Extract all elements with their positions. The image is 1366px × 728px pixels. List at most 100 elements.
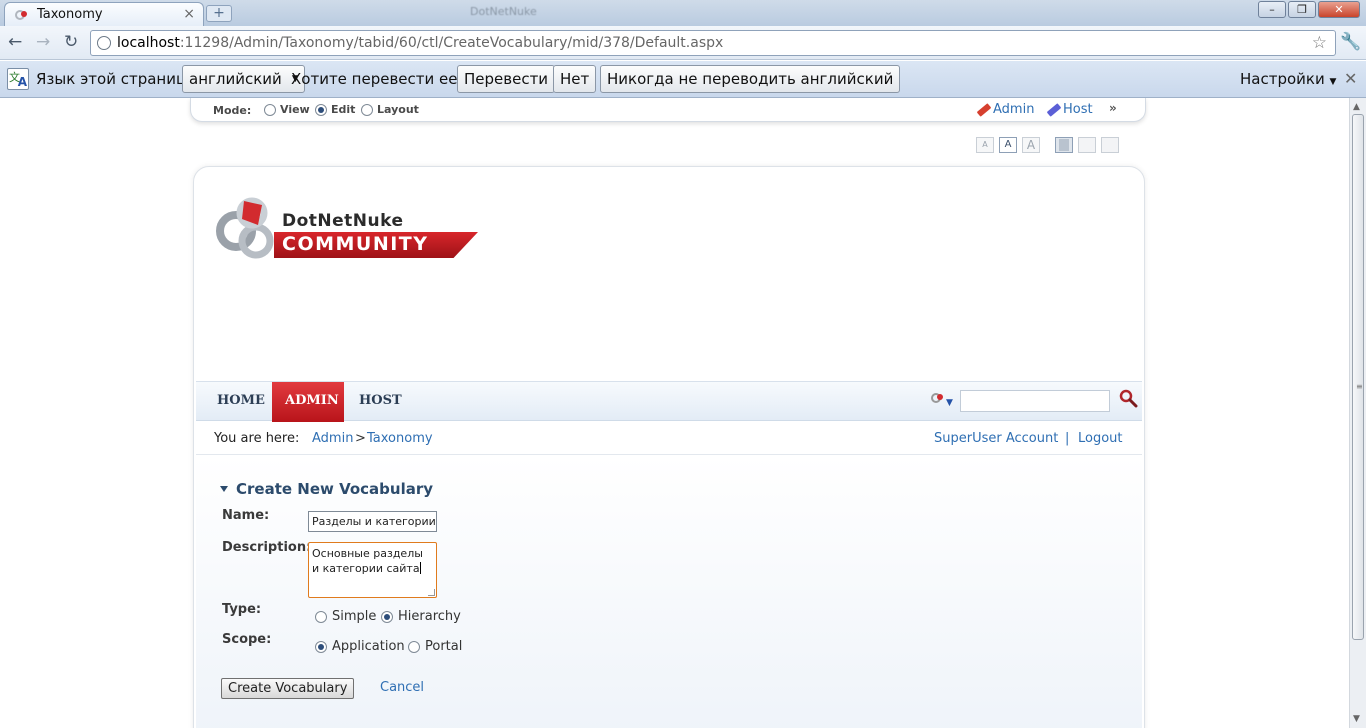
description-field[interactable]: Основные разделы и категории сайта [308,542,437,598]
menu-item-home[interactable]: HOME [204,382,278,422]
host-pencil-icon [1046,102,1062,117]
logo-dotnetnuke-text: DotNetNuke [282,211,404,231]
type-simple-radio[interactable]: Simple [315,609,376,624]
scope-portal-radio[interactable]: Portal [408,639,462,654]
browser-tab[interactable]: Taxonomy × [4,2,204,26]
cancel-link[interactable]: Cancel [380,680,424,695]
mode-edit-label: Edit [331,103,356,116]
width-medium-button[interactable] [1078,137,1096,153]
scope-portal-label: Portal [425,639,463,654]
text-caret [419,562,421,574]
page-info-icon[interactable] [97,36,111,50]
radio-hierarchy-icon [381,610,393,623]
admin-link[interactable]: Admin [976,102,1034,117]
browser-toolbar: ← → ↻ localhost:11298/Admin/Taxonomy/tab… [0,26,1366,60]
logo-community-text: COMMUNITY [282,233,429,255]
search-type-dnn-icon [931,393,943,403]
radio-simple-icon [315,610,327,623]
translate-question: Хотите перевести ее? [291,70,466,88]
type-hierarchy-label: Hierarchy [398,609,461,624]
breadcrumb-separator: > [355,431,366,446]
collapse-chevron-icon[interactable]: » [1109,101,1117,115]
translate-icon [7,68,29,90]
translate-infobar: Язык этой страницы английский▼ Хотите пе… [0,61,1366,98]
mode-label: Mode: [213,104,252,117]
main-menu: HOME ADMIN HOST ▼ [196,381,1142,422]
new-tab-button[interactable]: + [206,5,232,22]
site-skin: DotNetNuke COMMUNITY HOME ADMIN HOST ▼ Y… [193,166,1145,728]
wrench-menu-icon[interactable]: 🔧 [1340,32,1361,52]
host-link[interactable]: Host [1046,102,1093,117]
url-host: localhost [117,35,180,51]
type-simple-label: Simple [332,609,377,624]
logout-link[interactable]: Logout [1078,431,1123,446]
type-label: Type: [222,602,262,617]
maximize-button[interactable]: ❐ [1288,1,1316,18]
width-full-button[interactable] [1101,137,1119,153]
language-select[interactable]: английский ▼ [182,65,305,93]
language-label: Язык этой страницы [36,70,199,88]
mode-layout-radio[interactable]: Layout [361,103,419,116]
scrollbar-thumb[interactable]: ≡ [1352,114,1364,640]
back-icon[interactable]: ← [8,32,22,52]
name-field[interactable]: Разделы и категории [308,511,437,532]
width-narrow-button[interactable] [1055,137,1073,153]
search-type-chevron-icon: ▼ [946,398,953,408]
type-hierarchy-radio[interactable]: Hierarchy [381,609,461,624]
tab-title: Taxonomy [37,7,103,22]
admin-pencil-icon [976,102,992,117]
section-collapse-icon [220,486,228,492]
content-pane: Create New Vocabulary Name: Разделы и ка… [196,456,1142,728]
tab-close-icon[interactable]: × [183,6,195,22]
bookmark-star-icon[interactable]: ☆ [1312,33,1327,53]
search-icon[interactable] [1118,388,1138,408]
forward-icon[interactable]: → [36,32,50,52]
never-translate-button[interactable]: Никогда не переводить английский [600,65,901,93]
search-type-select[interactable]: ▼ [930,391,958,411]
menu-item-admin[interactable]: ADMIN [272,382,344,422]
minimize-button[interactable]: – [1258,1,1286,18]
resize-grip-icon[interactable] [428,589,435,596]
window-title: DotNetNuke [470,5,537,18]
mode-view-radio[interactable]: View [264,103,310,116]
address-bar[interactable]: localhost:11298/Admin/Taxonomy/tabid/60/… [90,30,1336,56]
infobar-close-icon[interactable]: ✕ [1344,69,1357,88]
font-small-button[interactable]: A [976,137,994,153]
radio-portal-icon [408,640,420,653]
font-large-button[interactable]: A [1022,137,1040,153]
tab-strip: Taxonomy × + DotNetNuke – ❐ ✕ [0,0,1366,26]
section-title: Create New Vocabulary [236,480,434,498]
section-header[interactable]: Create New Vocabulary [220,480,433,498]
close-window-button[interactable]: ✕ [1318,1,1360,18]
breadcrumb-admin[interactable]: Admin [312,431,353,446]
mode-edit-radio[interactable]: Edit [315,103,355,116]
url-text: localhost:11298/Admin/Taxonomy/tabid/60/… [117,35,723,51]
scroll-down-icon[interactable]: ▼ [1353,714,1360,724]
search-input[interactable] [960,390,1110,412]
reload-icon[interactable]: ↻ [64,32,78,52]
vertical-scrollbar[interactable]: ▲ ≡ ▼ [1349,98,1366,728]
user-links-divider: | [1065,431,1070,446]
mode-layout-label: Layout [377,103,419,116]
name-label: Name: [222,508,270,523]
superuser-account-link[interactable]: SuperUser Account [934,431,1058,446]
settings-menu[interactable]: Настройки ▼ [1240,70,1336,88]
url-path: :11298/Admin/Taxonomy/tabid/60/ctl/Creat… [179,35,724,51]
thumb-grip-icon: ≡ [1356,382,1363,391]
settings-chevron-icon: ▼ [1329,77,1337,87]
description-text: Основные разделы и категории сайта [312,547,423,575]
radio-application-icon [315,640,327,653]
breadcrumb-taxonomy[interactable]: Taxonomy [367,431,433,446]
scroll-up-icon[interactable]: ▲ [1353,102,1360,112]
dnn-control-bar: Mode: View Edit Layout Admin Host » [190,98,1146,122]
scope-application-radio[interactable]: Application [315,639,405,654]
description-label: Description: [222,540,312,555]
breadcrumb-bar: You are here: Admin > Taxonomy SuperUser… [196,423,1142,455]
translate-button[interactable]: Перевести [457,65,556,93]
dnn-gears-icon [216,197,274,259]
no-button[interactable]: Нет [553,65,597,93]
menu-item-host[interactable]: HOST [346,382,415,422]
site-logo[interactable]: DotNetNuke COMMUNITY [214,193,484,263]
create-vocabulary-button[interactable]: Create Vocabulary [221,678,355,699]
font-medium-button[interactable]: A [999,137,1017,153]
